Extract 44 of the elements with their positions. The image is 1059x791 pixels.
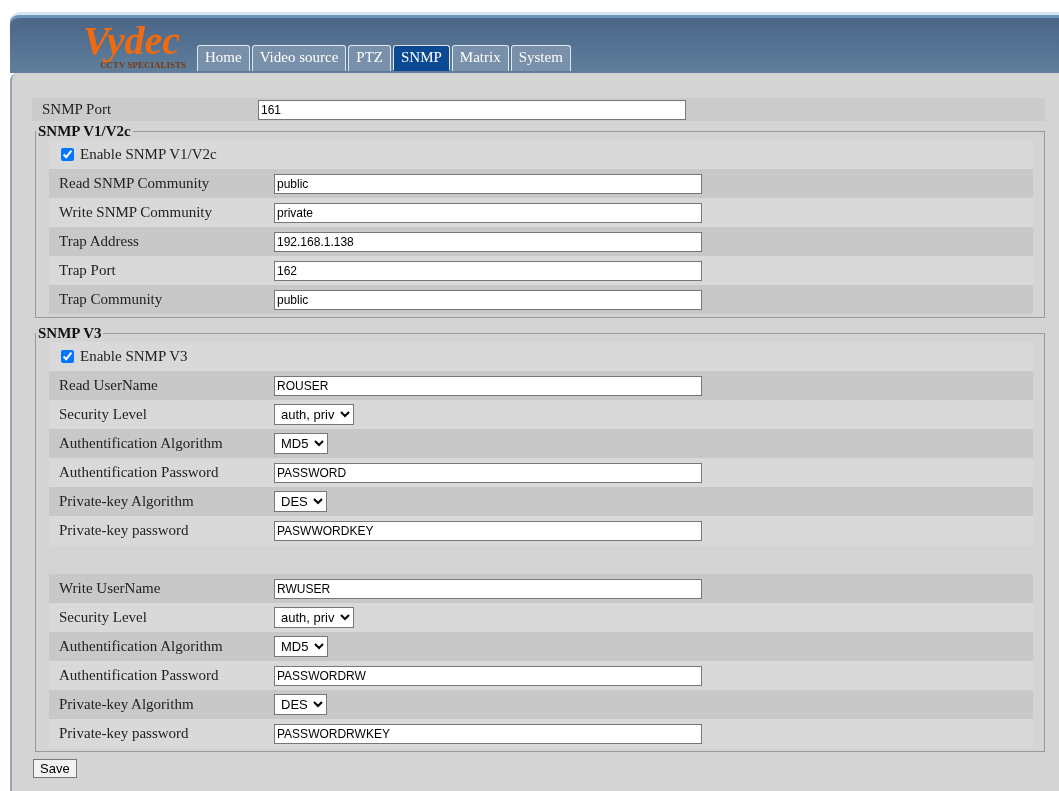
checkbox[interactable]	[61, 148, 74, 161]
field-label: Security Level	[59, 406, 148, 423]
field-label: Authentification Password	[59, 667, 220, 684]
field-label: SNMP Port	[42, 101, 113, 118]
field-label: Trap Address	[59, 233, 140, 250]
input-field[interactable]: private	[274, 202, 702, 223]
field-label: Authentification Algorithm	[59, 435, 224, 452]
input-field[interactable]: PASWWORDKEY	[274, 520, 702, 541]
field-label: Private-key password	[59, 522, 190, 539]
dropdown[interactable]: auth, priv	[274, 404, 354, 425]
input-field[interactable]: 192.168.1.138	[274, 231, 702, 252]
field-label: Write UserName	[59, 580, 162, 597]
field-label: Read UserName	[59, 377, 159, 394]
field-label: Write SNMP Community	[59, 204, 214, 221]
input-field[interactable]: public	[274, 173, 702, 194]
dropdown[interactable]: auth, priv	[274, 607, 354, 628]
input-field[interactable]: PASSWORD	[274, 462, 702, 483]
field-label: Authentification Password	[59, 464, 220, 481]
field-label: Trap Community	[59, 291, 164, 308]
field-label: Private-key Algorithm	[59, 493, 195, 510]
input-field[interactable]: 161	[258, 99, 686, 120]
field-label: Private-key password	[59, 725, 190, 742]
checkbox-label[interactable]: Enable SNMP V1/V2c	[59, 146, 217, 163]
section-legend: SNMP V3	[36, 325, 104, 342]
dropdown[interactable]: MD5	[274, 433, 328, 454]
dropdown[interactable]: DES	[274, 491, 327, 512]
dropdown[interactable]: DES	[274, 694, 327, 715]
nav-tab[interactable]: SNMP	[393, 45, 450, 71]
checkbox[interactable]	[61, 350, 74, 363]
input-field[interactable]: PASSWORDRW	[274, 665, 702, 686]
dropdown[interactable]: MD5	[274, 636, 328, 657]
field-label: Authentification Algorithm	[59, 638, 224, 655]
checkbox-label[interactable]: Enable SNMP V3	[59, 348, 188, 365]
input-field[interactable]: ROUSER	[274, 375, 702, 396]
save-button[interactable]: Save	[33, 759, 77, 778]
input-field[interactable]: RWUSER	[274, 578, 702, 599]
field-label: Read SNMP Community	[59, 175, 211, 192]
input-field[interactable]: PASSWORDRWKEY	[274, 723, 702, 744]
section-legend: SNMP V1/V2c	[36, 123, 133, 140]
input-field[interactable]: 162	[274, 260, 702, 281]
field-label: Security Level	[59, 609, 148, 626]
field-label: Trap Port	[59, 262, 117, 279]
field-label: Private-key Algorithm	[59, 696, 195, 713]
input-field[interactable]: public	[274, 289, 702, 310]
